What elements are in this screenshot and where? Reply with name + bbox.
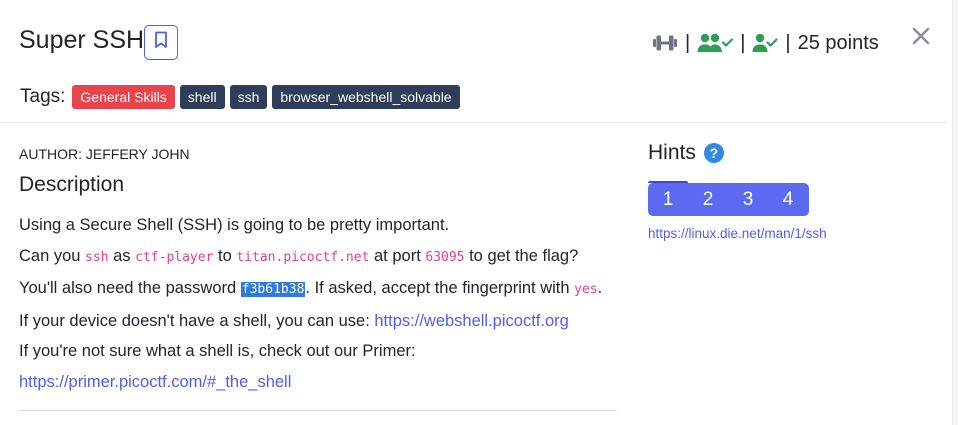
- code-password[interactable]: f3b61b38: [240, 282, 306, 297]
- dumbbell-icon: [652, 34, 678, 52]
- hint-tab-3[interactable]: 3: [728, 183, 768, 216]
- stats-separator: |: [740, 31, 746, 54]
- tags-label: Tags:: [20, 86, 66, 107]
- tag-general-skills[interactable]: General Skills: [72, 85, 175, 109]
- hint-tab-2[interactable]: 2: [688, 183, 728, 216]
- challenge-stats: | | | 25 points: [652, 29, 879, 57]
- description-line: You'll also need the password f3b61b38. …: [19, 279, 603, 297]
- points-value: 25 points: [797, 31, 879, 54]
- stats-separator: |: [685, 31, 691, 54]
- close-button[interactable]: [908, 24, 934, 52]
- header-divider: [0, 122, 946, 123]
- description-line: Using a Secure Shell (SSH) is going to b…: [19, 216, 450, 234]
- description-line: If your device doesn't have a shell, you…: [19, 311, 569, 330]
- description-line: https://primer.picoctf.com/#_the_shell: [19, 367, 617, 398]
- primer-link[interactable]: https://primer.picoctf.com/#_the_shell: [19, 373, 291, 391]
- challenge-header: Super SSH | | | 25 points Tags: General …: [0, 0, 958, 122]
- code-ssh: ssh: [85, 249, 109, 265]
- challenge-title: Super SSH: [19, 26, 145, 54]
- description-line: If you're not sure what a shell is, chec…: [19, 342, 416, 360]
- code-username: ctf-player: [135, 249, 214, 265]
- bookmark-icon: [154, 31, 168, 54]
- description-line: Can you ssh as ctf-player to titan.picoc…: [19, 246, 579, 265]
- close-icon: [912, 27, 930, 50]
- description-heading: Description: [19, 173, 125, 196]
- webshell-link[interactable]: https://webshell.picoctf.org: [374, 312, 568, 330]
- tag-ssh[interactable]: ssh: [229, 85, 268, 109]
- description-text: Using a Secure Shell (SSH) is going to b…: [19, 210, 617, 397]
- hint-tabs: 1 2 3 4: [648, 181, 809, 216]
- page-scrollbar[interactable]: [952, 0, 958, 425]
- tag-browser-webshell-solvable[interactable]: browser_webshell_solvable: [272, 85, 460, 109]
- tags-row: Tags: General Skills shell ssh browser_w…: [20, 85, 465, 109]
- tag-shell[interactable]: shell: [179, 85, 225, 109]
- code-yes: yes: [574, 282, 598, 297]
- user-check-icon: [752, 33, 779, 53]
- hint-tab-1[interactable]: 1: [648, 181, 688, 216]
- hint-tab-4[interactable]: 4: [768, 183, 808, 216]
- users-check-icon: [697, 33, 734, 53]
- help-icon[interactable]: ?: [703, 143, 724, 163]
- content-divider: [19, 410, 617, 411]
- challenge-body: AUTHOR: JEFFERY JOHN Description Using a…: [19, 140, 617, 397]
- hint-link[interactable]: https://linux.die.net/man/1/ssh: [648, 226, 827, 241]
- hints-panel: Hints ? 1 2 3 4 https://linux.die.net/ma…: [648, 140, 827, 241]
- code-host: titan.picoctf.net: [236, 249, 370, 265]
- code-port: 63095: [425, 249, 465, 265]
- author-line: AUTHOR: JEFFERY JOHN: [19, 146, 190, 162]
- hints-heading: Hints ?: [648, 141, 724, 165]
- stats-separator: |: [785, 31, 791, 54]
- bookmark-button[interactable]: [144, 25, 178, 60]
